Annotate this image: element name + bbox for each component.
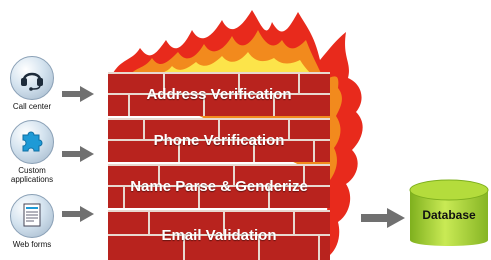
layer-label: Name Parse & Genderize <box>130 177 308 195</box>
source-label: Custom applications <box>10 166 54 184</box>
puzzle-icon <box>10 120 54 164</box>
arrow-right-icon <box>62 146 94 162</box>
database: Database <box>408 178 490 254</box>
arrow-right-icon <box>361 208 405 228</box>
arrow-right-icon <box>62 86 94 102</box>
source-call-center: Call center <box>10 56 54 111</box>
wall-layer-email-validation: Email Validation <box>108 210 330 260</box>
source-custom-applications: Custom applications <box>8 120 56 184</box>
wall-layer-address-verification: Address Verification <box>108 72 330 116</box>
headset-icon <box>10 56 54 100</box>
arrow-right-icon <box>62 206 94 222</box>
wall-layer-name-parse-genderize: Name Parse & Genderize <box>108 164 330 208</box>
layer-label: Email Validation <box>161 226 277 244</box>
layer-label: Phone Verification <box>153 131 285 149</box>
database-label: Database <box>422 208 476 222</box>
source-label: Web forms <box>12 240 52 249</box>
layer-label: Address Verification <box>146 85 292 103</box>
wall-layer-phone-verification: Phone Verification <box>108 118 330 162</box>
source-label: Call center <box>12 102 52 111</box>
source-web-forms: Web forms <box>10 194 54 249</box>
document-form-icon <box>10 194 54 238</box>
